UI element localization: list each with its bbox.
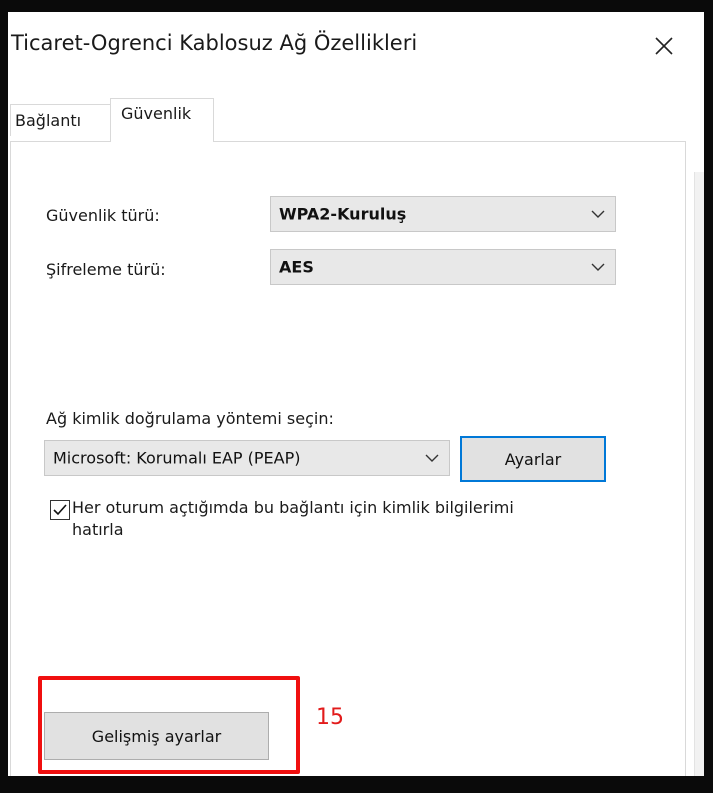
chevron-down-icon	[591, 210, 605, 218]
close-icon	[655, 37, 673, 55]
screenshot: Ticaret-Ogrenci Kablosuz Ağ Özellikleri …	[0, 0, 713, 793]
chevron-down-icon	[591, 263, 605, 271]
tab-guvenlik[interactable]: Güvenlik	[110, 98, 214, 142]
close-button[interactable]	[644, 26, 684, 66]
security-type-dropdown[interactable]: WPA2-Kuruluş	[270, 196, 616, 232]
frame-border-right	[704, 0, 713, 793]
properties-dialog: Ticaret-Ogrenci Kablosuz Ağ Özellikleri …	[8, 12, 705, 793]
advanced-settings-button[interactable]: Gelişmiş ayarlar	[44, 712, 269, 760]
frame-border-top	[0, 0, 713, 12]
frame-border-left	[0, 0, 8, 793]
auth-method-value: Microsoft: Korumalı EAP (PEAP)	[53, 448, 301, 468]
auth-method-dropdown[interactable]: Microsoft: Korumalı EAP (PEAP)	[44, 440, 450, 476]
auth-method-label: Ağ kimlik doğrulama yöntemi seçin:	[46, 409, 334, 428]
tab-baglanti[interactable]: Bağlantı	[10, 104, 110, 136]
encryption-type-value: AES	[279, 257, 314, 277]
remember-credentials-label: Her oturum açtığımda bu bağlantı için ki…	[72, 498, 514, 539]
encryption-type-dropdown[interactable]: AES	[270, 249, 616, 285]
checkmark-icon	[53, 504, 67, 516]
step-number-annotation: 15	[316, 705, 344, 730]
security-type-label: Güvenlik türü:	[46, 206, 160, 225]
encryption-type-label: Şifreleme türü:	[46, 260, 166, 279]
chevron-down-icon	[425, 454, 439, 462]
window-title: Ticaret-Ogrenci Kablosuz Ağ Özellikleri	[11, 31, 418, 55]
frame-border-bottom	[0, 776, 713, 793]
security-type-value: WPA2-Kuruluş	[279, 204, 407, 224]
remember-credentials-checkbox[interactable]	[50, 500, 70, 520]
auth-settings-button[interactable]: Ayarlar	[460, 436, 606, 482]
